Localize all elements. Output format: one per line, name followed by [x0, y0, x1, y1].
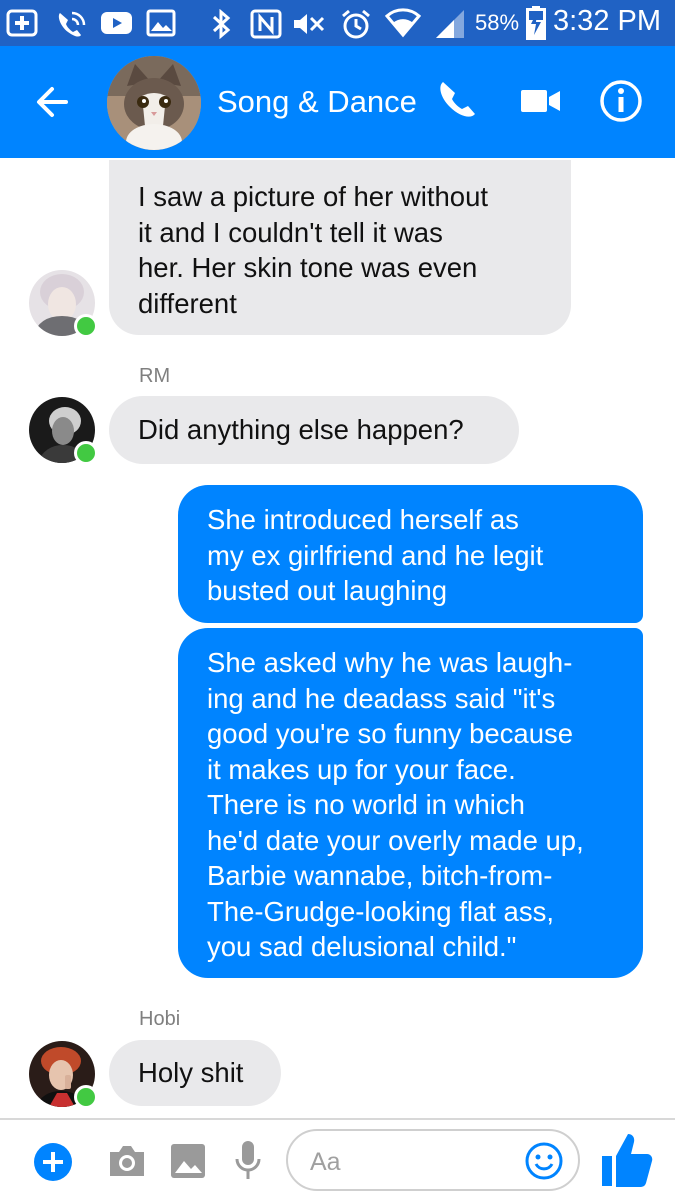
camera-icon [110, 1146, 144, 1176]
message-bubble-outgoing[interactable]: She introduced herself as my ex girlfrie… [178, 485, 643, 623]
alarm-icon [342, 9, 370, 39]
back-arrow-icon [37, 87, 68, 117]
battery-percent: 58% [475, 10, 520, 35]
conversation-info-button[interactable] [596, 76, 646, 126]
more-actions-button[interactable] [33, 1142, 73, 1187]
message-bubble-outgoing[interactable]: She asked why he was laugh- ing and he d… [178, 628, 643, 978]
message-line: Did anything else happen? [138, 414, 464, 445]
signal-icon [436, 10, 464, 38]
message-bubble-incoming[interactable]: Holy shit [109, 1040, 281, 1106]
conversation-title[interactable]: Song & Dance [217, 84, 417, 120]
message-line: it and I couldn't tell it was [138, 216, 443, 248]
message-input[interactable] [308, 1141, 522, 1183]
like-button[interactable] [598, 1130, 656, 1195]
message-line: good you're so funny because [207, 718, 574, 749]
clock: 3:32 PM [553, 5, 661, 37]
message-line: her. Her skin tone was even [138, 252, 478, 283]
online-indicator [74, 314, 98, 338]
online-indicator [74, 441, 98, 465]
voice-message-button[interactable] [233, 1139, 263, 1188]
conversation-header: Song & Dance [0, 46, 675, 158]
message-line: She introduced herself as [207, 504, 519, 535]
group-avatar[interactable] [107, 56, 201, 150]
avatar-hobi[interactable] [29, 1041, 98, 1109]
add-icon [6, 9, 38, 37]
battery-charging-icon [526, 6, 546, 40]
message-line: busted out laughing [207, 575, 448, 606]
wifi-icon [385, 8, 421, 38]
message-line: I saw a picture of her without [138, 181, 489, 212]
avatar-participant-1[interactable] [29, 270, 98, 338]
youtube-icon [101, 12, 132, 34]
voice-call-button[interactable] [432, 76, 482, 126]
message-input-container[interactable] [286, 1129, 580, 1191]
cat-avatar-image [107, 56, 201, 150]
message-line: he'd date your overly made up, [207, 824, 584, 856]
nfc-icon [250, 9, 282, 39]
emoji-button[interactable] [524, 1141, 564, 1186]
message-line: my ex girlfriend and he legit [207, 539, 544, 571]
video-call-button[interactable] [516, 76, 566, 126]
back-button[interactable] [32, 80, 76, 124]
gallery-button[interactable] [169, 1142, 207, 1185]
online-indicator [74, 1085, 98, 1109]
message-line: you sad delusional child." [207, 931, 517, 962]
gallery-icon [171, 1144, 205, 1178]
message-list[interactable]: I saw a picture of her without it and I … [0, 158, 675, 1118]
message-line: There is no world in which [207, 789, 525, 820]
sender-name: Hobi [139, 1008, 181, 1030]
message-line: She asked why he was laugh- [207, 647, 573, 678]
message-bubble-incoming[interactable]: Did anything else happen? [109, 396, 519, 464]
phone-icon [440, 82, 475, 117]
avatar-rm[interactable] [29, 397, 98, 465]
message-line: different [138, 287, 237, 319]
message-line: Holy shit [138, 1057, 244, 1088]
message-line: The-Grudge-looking flat ass, [207, 895, 554, 927]
info-icon [600, 80, 642, 122]
message-line: Barbie wannabe, bitch-from- [207, 860, 553, 891]
wifi-call-icon [58, 11, 86, 37]
add-circle-icon [34, 1143, 72, 1181]
message-bubble-incoming[interactable]: I saw a picture of her without it and I … [109, 160, 571, 335]
message-composer [0, 1118, 675, 1202]
emoji-icon [525, 1142, 563, 1180]
bluetooth-icon [212, 9, 231, 39]
message-line: it makes up for your face. [207, 753, 516, 785]
microphone-icon [235, 1141, 261, 1179]
camera-button[interactable] [106, 1142, 148, 1185]
mute-icon [294, 14, 325, 34]
sender-name: RM [139, 365, 171, 387]
video-camera-icon [521, 90, 560, 112]
status-bar: 58% 3:32 PM [0, 0, 675, 46]
thumbs-up-icon [602, 1134, 653, 1187]
message-line: ing and he deadass said "it's [207, 682, 556, 714]
image-icon [146, 9, 176, 37]
